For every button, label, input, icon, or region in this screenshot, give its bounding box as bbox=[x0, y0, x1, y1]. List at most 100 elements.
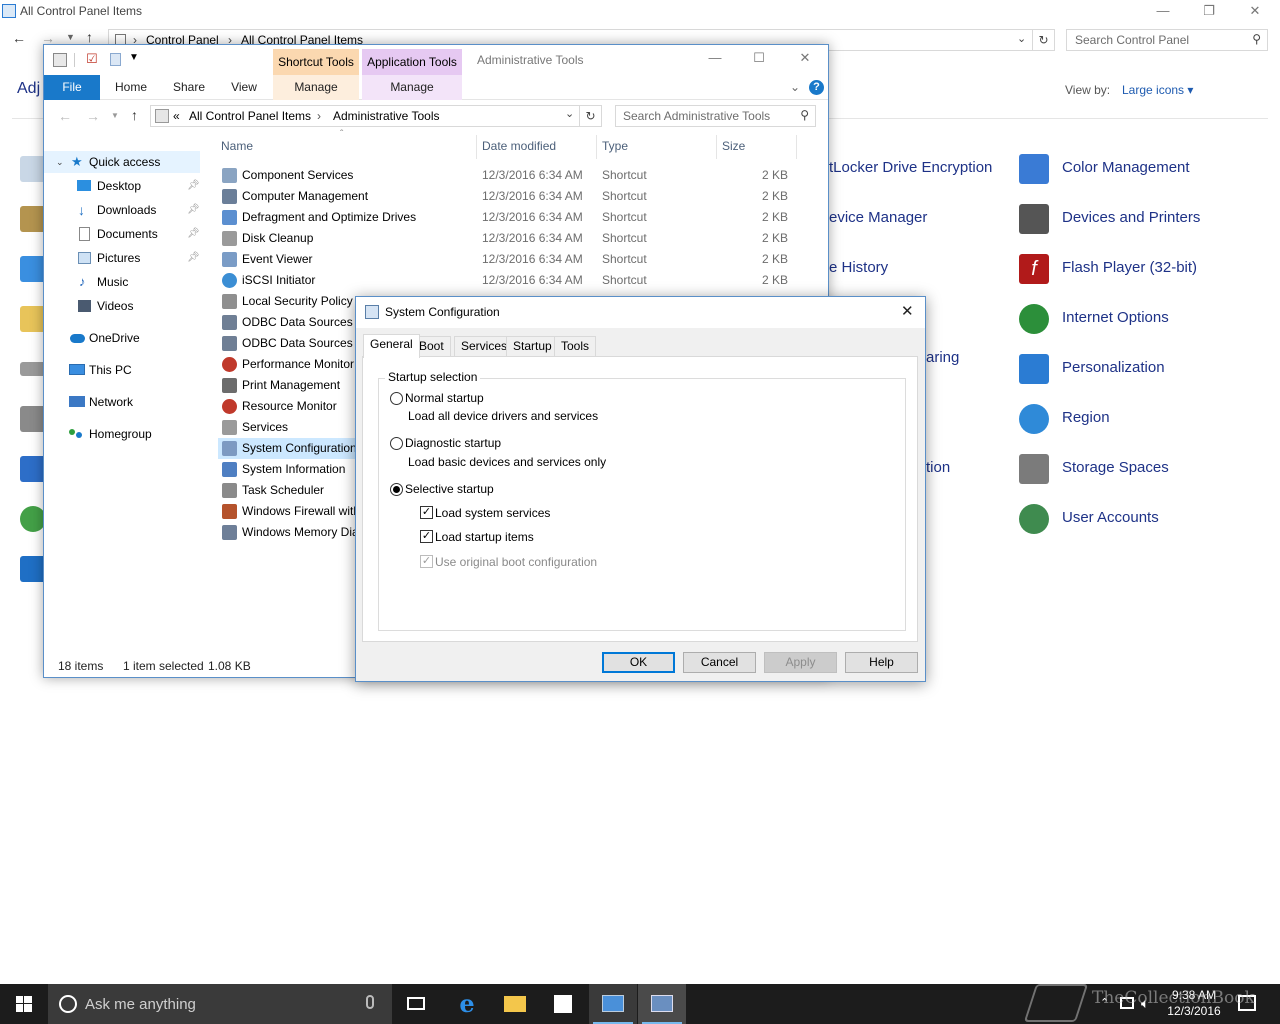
help-icon[interactable]: ? bbox=[809, 80, 824, 95]
bitlocker-item[interactable]: tLocker Drive Encryption bbox=[829, 159, 992, 176]
normal-startup-radio[interactable] bbox=[390, 392, 403, 405]
file-row[interactable]: Defragment and Optimize Drives 12/3/2016 … bbox=[218, 207, 798, 228]
load-system-services-label[interactable]: Load system services bbox=[435, 506, 550, 520]
sidebar-item-network[interactable]: Network bbox=[44, 391, 200, 413]
column-divider[interactable] bbox=[796, 135, 797, 159]
close-button[interactable]: ✕ bbox=[1232, 0, 1278, 24]
cp-item-user-accounts[interactable]: User Accounts bbox=[1062, 509, 1159, 526]
back-arrow-icon[interactable]: ← bbox=[12, 30, 26, 46]
device-manager-item[interactable]: evice Manager bbox=[829, 209, 927, 226]
start-button[interactable] bbox=[0, 984, 48, 1024]
column-type[interactable]: Type bbox=[602, 139, 628, 153]
explorer-search-input[interactable]: Search Administrative Tools ⚲ bbox=[615, 105, 816, 127]
explorer-address-dropdown-icon[interactable]: ⌄ bbox=[565, 107, 574, 120]
microphone-icon[interactable] bbox=[366, 995, 374, 1009]
sidebar-item-documents[interactable]: Documents 📌︎ bbox=[44, 223, 200, 245]
explorer-recent-chevron-icon[interactable]: ▼ bbox=[111, 111, 119, 120]
file-row[interactable]: Computer Management 12/3/2016 6:34 AM Shor… bbox=[218, 186, 798, 207]
tab-shortcut-manage[interactable]: Manage bbox=[273, 75, 359, 100]
restore-button[interactable]: ❐ bbox=[1186, 0, 1232, 24]
taskbar-store[interactable] bbox=[539, 984, 587, 1024]
explorer-minimize-button[interactable]: — bbox=[692, 47, 738, 71]
selective-startup-label[interactable]: Selective startup bbox=[405, 482, 494, 496]
explorer-up-arrow-icon[interactable]: ↑ bbox=[131, 107, 138, 123]
load-system-services-checkbox[interactable]: ✓ bbox=[420, 506, 433, 519]
sidebar-item-homegroup[interactable]: Homegroup bbox=[44, 423, 200, 445]
taskbar-edge[interactable]: e bbox=[443, 984, 491, 1024]
cp-item-internet-options[interactable]: Internet Options bbox=[1062, 309, 1169, 326]
expand-chevron-icon[interactable]: ⌄ bbox=[56, 151, 64, 173]
cp-item-color-management[interactable]: Color Management bbox=[1062, 159, 1190, 176]
cp-item-devices-and-printers[interactable]: Devices and Printers bbox=[1062, 209, 1200, 226]
task-view-button[interactable] bbox=[392, 984, 440, 1024]
refresh-icon[interactable]: ↻ bbox=[1033, 29, 1055, 51]
file-row[interactable]: Event Viewer 12/3/2016 6:34 AM Shortcut 2 K… bbox=[218, 249, 798, 270]
address-dropdown-chevron-icon[interactable]: ⌄ bbox=[1017, 32, 1026, 45]
sidebar-item-downloads[interactable]: ↓ Downloads 📌︎ bbox=[44, 199, 200, 221]
normal-startup-label[interactable]: Normal startup bbox=[405, 391, 484, 405]
minimize-button[interactable]: — bbox=[1140, 0, 1186, 24]
column-divider[interactable] bbox=[716, 135, 717, 159]
tab-share[interactable]: Share bbox=[164, 75, 214, 100]
new-folder-qat-icon[interactable] bbox=[110, 53, 121, 66]
cp-item-personalization[interactable]: Personalization bbox=[1062, 359, 1165, 376]
breadcrumb-administrative-tools[interactable]: Administrative Tools bbox=[333, 109, 440, 123]
file-row[interactable]: iSCSI Initiator 12/3/2016 6:34 AM Shortcut… bbox=[218, 270, 798, 291]
file-row[interactable]: Component Services 12/3/2016 6:34 AM Short… bbox=[218, 165, 798, 186]
diagnostic-startup-label[interactable]: Diagnostic startup bbox=[405, 436, 501, 450]
file-history-item[interactable]: e History bbox=[829, 259, 888, 276]
sidebar-item-music[interactable]: ♪ Music bbox=[44, 271, 200, 293]
tab-startup[interactable]: Startup bbox=[506, 336, 559, 357]
column-date-modified[interactable]: Date modified bbox=[482, 139, 556, 153]
properties-icon[interactable] bbox=[53, 53, 67, 67]
tab-file[interactable]: File bbox=[44, 75, 100, 100]
explorer-address-bar[interactable]: « All Control Panel Items › Administrati… bbox=[150, 105, 580, 127]
explorer-back-arrow-icon[interactable]: ← bbox=[58, 108, 72, 124]
selective-startup-radio[interactable] bbox=[390, 483, 403, 496]
breadcrumb-all-control-panel-items[interactable]: All Control Panel Items bbox=[189, 109, 311, 123]
taskbar-control-panel[interactable] bbox=[589, 984, 637, 1024]
taskbar-system-configuration[interactable] bbox=[638, 984, 686, 1024]
column-name[interactable]: Name bbox=[221, 139, 253, 153]
column-divider[interactable] bbox=[476, 135, 477, 159]
qat-dropdown-icon[interactable]: ▼ bbox=[129, 52, 139, 63]
cp-item-region[interactable]: Region bbox=[1062, 409, 1110, 426]
ribbon-expand-chevron-icon[interactable]: ⌄ bbox=[790, 80, 800, 94]
load-startup-items-checkbox[interactable]: ✓ bbox=[420, 530, 433, 543]
cp-item-flash-player[interactable]: Flash Player (32-bit) bbox=[1062, 259, 1197, 276]
tab-application-tools[interactable]: Application Tools bbox=[362, 49, 462, 75]
tab-application-manage[interactable]: Manage bbox=[362, 75, 462, 100]
tab-tools[interactable]: Tools bbox=[554, 336, 597, 357]
recovery-item[interactable]: tion bbox=[926, 459, 950, 476]
help-button[interactable]: Help bbox=[845, 652, 918, 673]
control-panel-search-input[interactable]: Search Control Panel ⚲ bbox=[1066, 29, 1268, 51]
column-size[interactable]: Size bbox=[722, 139, 745, 153]
view-by-dropdown[interactable]: Large icons ▾ bbox=[1122, 83, 1193, 97]
explorer-maximize-button[interactable]: ☐ bbox=[736, 47, 782, 71]
dialog-close-button[interactable]: ✕ bbox=[901, 302, 914, 320]
sidebar-item-quick-access[interactable]: ⌄ ★ Quick access bbox=[44, 151, 200, 173]
tab-services[interactable]: Services bbox=[454, 336, 515, 357]
address-overflow-chevron[interactable]: « bbox=[173, 109, 180, 123]
tab-shortcut-tools[interactable]: Shortcut Tools bbox=[273, 49, 359, 75]
tab-general[interactable]: General bbox=[363, 334, 420, 358]
cancel-button[interactable]: Cancel bbox=[683, 652, 756, 673]
sidebar-item-onedrive[interactable]: OneDrive bbox=[44, 327, 200, 349]
taskbar-file-explorer[interactable] bbox=[491, 984, 539, 1024]
load-startup-items-label[interactable]: Load startup items bbox=[435, 530, 534, 544]
sidebar-item-this-pc[interactable]: This PC bbox=[44, 359, 200, 381]
tab-view[interactable]: View bbox=[220, 75, 268, 100]
sidebar-item-pictures[interactable]: Pictures 📌︎ bbox=[44, 247, 200, 269]
up-arrow-icon[interactable]: ↑ bbox=[86, 29, 93, 45]
cortana-search-box[interactable]: Ask me anything bbox=[48, 984, 392, 1024]
explorer-close-button[interactable]: ✕ bbox=[782, 47, 828, 71]
explorer-refresh-icon[interactable]: ↻ bbox=[580, 105, 602, 127]
diagnostic-startup-radio[interactable] bbox=[390, 437, 403, 450]
explorer-forward-arrow-icon[interactable]: → bbox=[86, 108, 100, 124]
ok-button[interactable]: OK bbox=[602, 652, 675, 673]
recent-locations-chevron-icon[interactable]: ▼ bbox=[66, 32, 75, 42]
column-divider[interactable] bbox=[596, 135, 597, 159]
cp-item-storage-spaces[interactable]: Storage Spaces bbox=[1062, 459, 1169, 476]
sharing-center-item[interactable]: aring bbox=[926, 349, 959, 366]
sidebar-item-videos[interactable]: Videos bbox=[44, 295, 200, 317]
